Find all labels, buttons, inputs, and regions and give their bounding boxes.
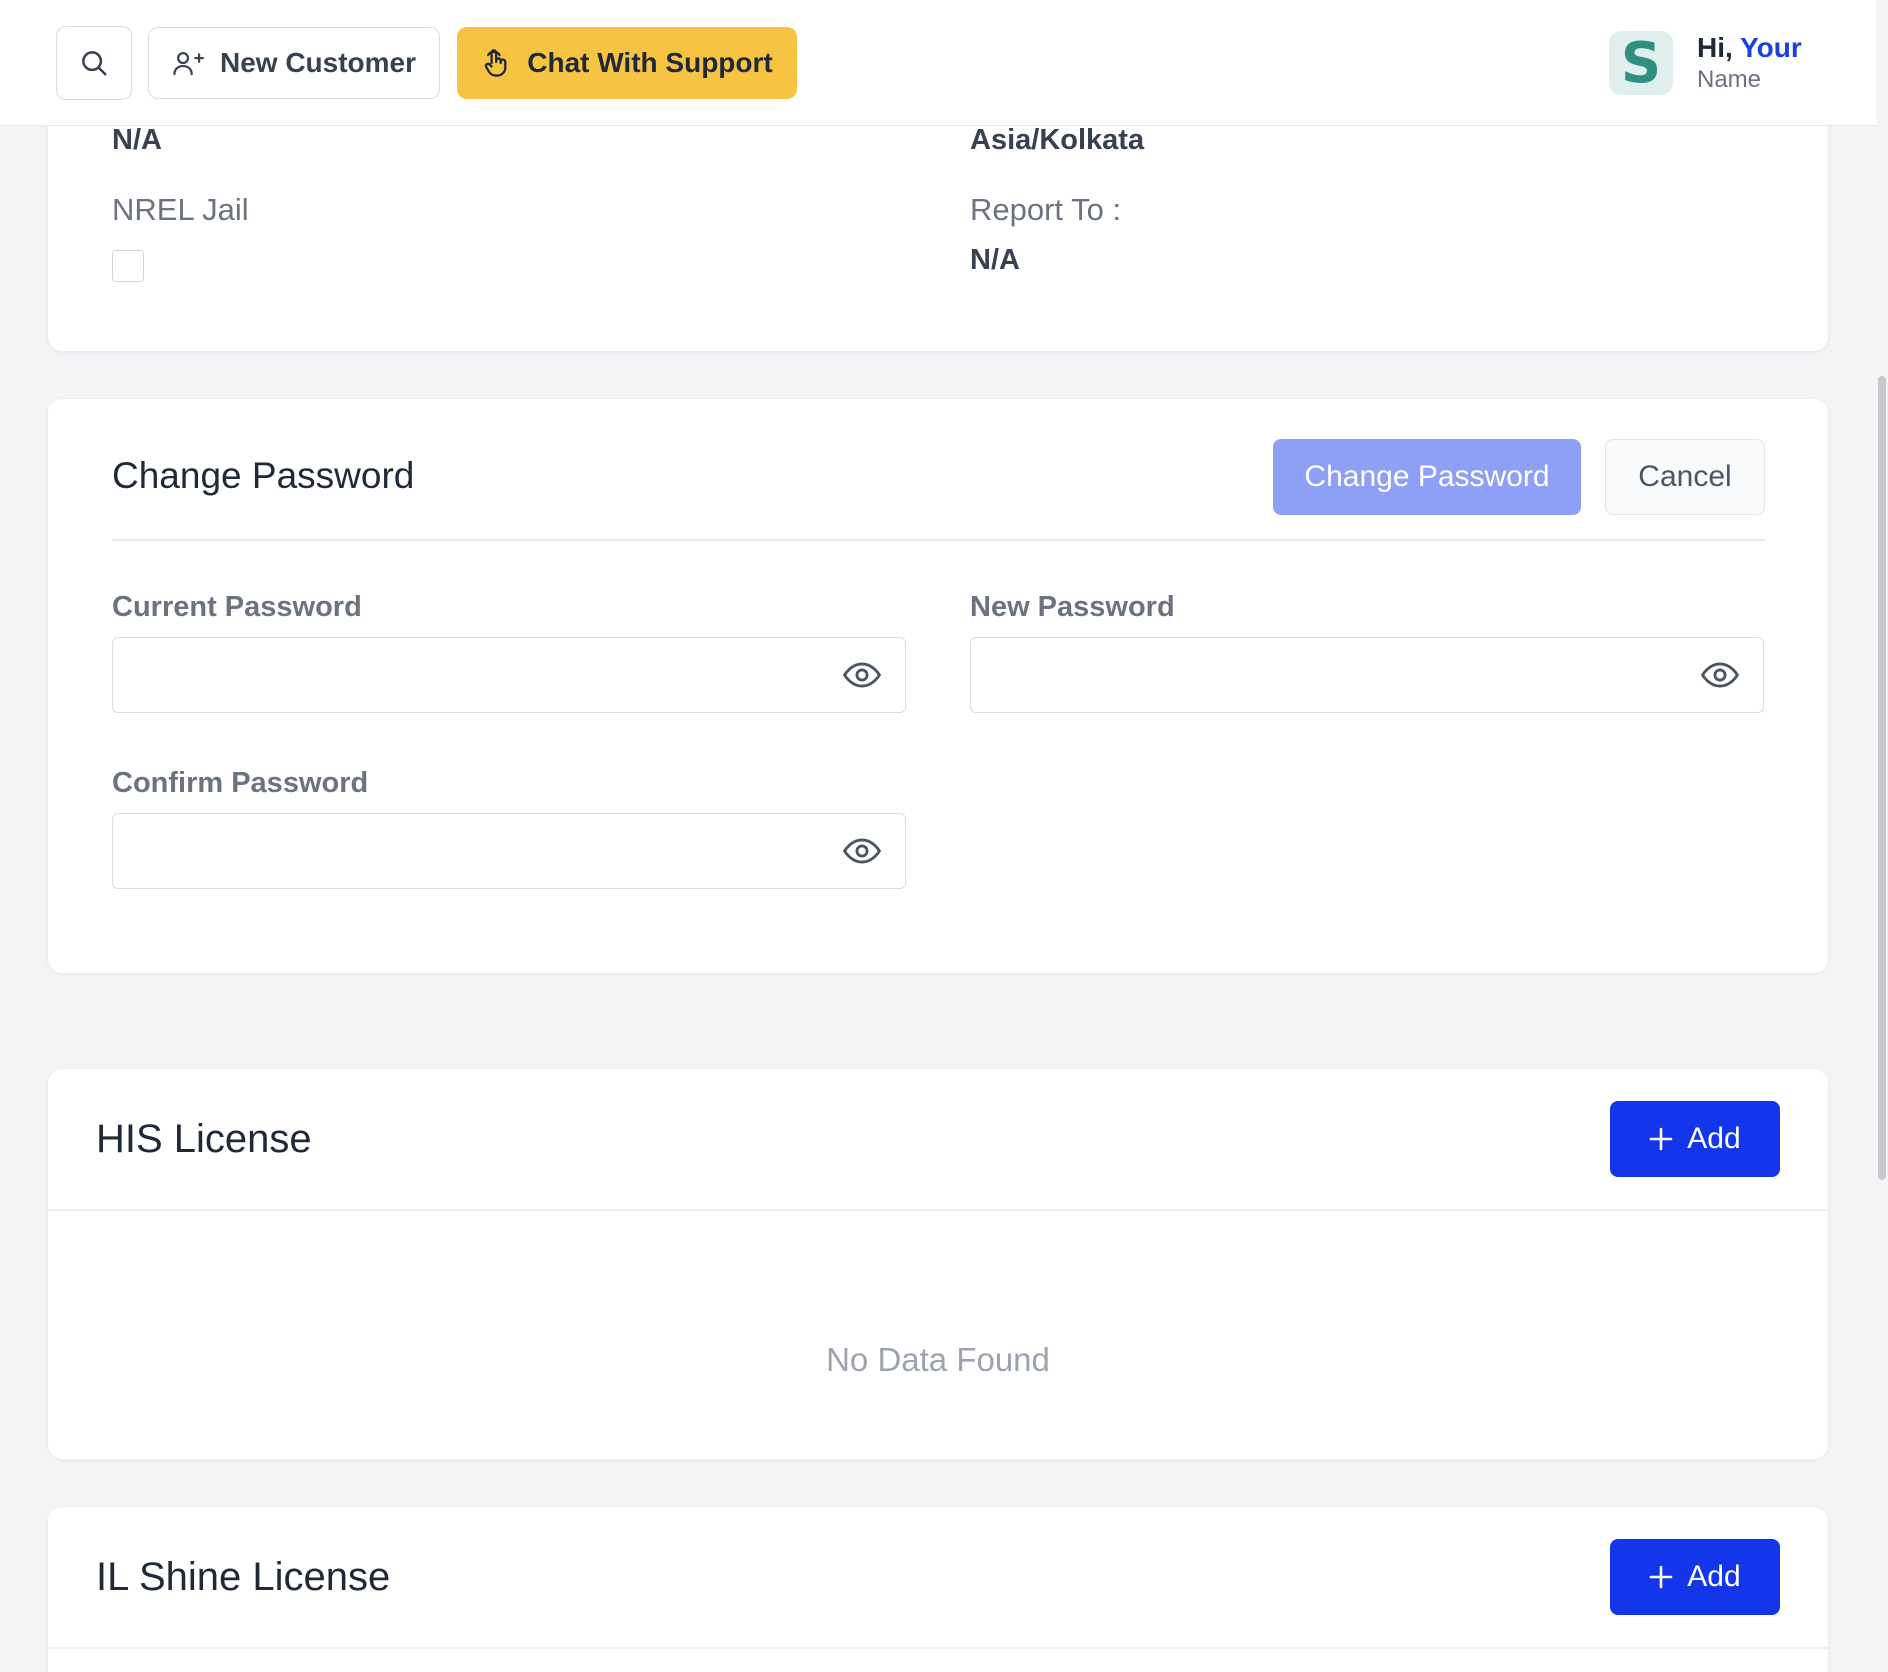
nrel-jail-checkbox[interactable] — [112, 250, 144, 282]
eye-icon[interactable] — [843, 658, 881, 692]
chat-support-label: Chat With Support — [527, 47, 773, 78]
empty-state-text: No Data Found — [826, 1341, 1050, 1378]
divider — [48, 1209, 1828, 1211]
divider — [48, 1647, 1828, 1649]
current-password-input[interactable] — [113, 638, 833, 711]
greeting-hi: Hi, — [1697, 32, 1733, 63]
new-password-label: New Password — [970, 591, 1175, 623]
new-password-field — [970, 637, 1764, 713]
greeting-name: Name — [1697, 66, 1762, 93]
timezone-value: Asia/Kolkata — [970, 124, 1145, 156]
eye-icon[interactable] — [843, 834, 881, 868]
plus-icon — [1649, 1565, 1673, 1589]
cancel-button[interactable]: Cancel — [1605, 439, 1765, 515]
his-license-add-label: Add — [1687, 1122, 1741, 1155]
profile-left-value: N/A — [112, 124, 162, 156]
report-to-value: N/A — [970, 244, 1020, 276]
search-button[interactable] — [56, 26, 132, 100]
greeting: Hi, Your — [1697, 32, 1802, 64]
his-license-title: HIS License — [96, 1117, 312, 1161]
current-password-label: Current Password — [112, 591, 362, 623]
chat-support-button[interactable]: Chat With Support — [457, 27, 797, 99]
new-customer-button[interactable]: New Customer — [148, 27, 440, 99]
il-shine-license-add-label: Add — [1687, 1560, 1741, 1593]
change-password-submit-button[interactable]: Change Password — [1273, 439, 1581, 515]
eye-icon[interactable] — [1701, 658, 1739, 692]
avatar[interactable]: S — [1609, 31, 1673, 96]
change-password-card: Change Password Change Password Cancel C… — [48, 399, 1828, 973]
greeting-your: Your — [1740, 32, 1802, 63]
confirm-password-input[interactable] — [113, 814, 833, 887]
il-shine-license-add-button[interactable]: Add — [1610, 1539, 1780, 1615]
divider — [112, 539, 1765, 541]
new-customer-label: New Customer — [219, 47, 417, 78]
top-bar: New Customer Chat With Support S Hi, You… — [0, 0, 1876, 126]
his-license-add-button[interactable]: Add — [1610, 1101, 1780, 1177]
plus-icon — [1649, 1127, 1673, 1151]
new-password-input[interactable] — [971, 638, 1691, 711]
search-icon — [82, 51, 107, 76]
add-user-icon — [173, 52, 204, 76]
his-license-card: HIS License Add No Data Found — [48, 1069, 1828, 1459]
il-shine-license-card: IL Shine License Add — [48, 1507, 1828, 1672]
profile-details-card: N/A Asia/Kolkata NREL Jail Report To : N… — [48, 90, 1828, 351]
confirm-password-field — [112, 813, 906, 889]
change-password-title: Change Password — [112, 455, 415, 496]
confirm-password-label: Confirm Password — [112, 767, 369, 799]
scrollbar-thumb[interactable] — [1878, 376, 1886, 1180]
report-to-label: Report To : — [970, 192, 1122, 227]
current-password-field — [112, 637, 906, 713]
support-hand-icon — [484, 49, 507, 77]
nrel-jail-label: NREL Jail — [112, 192, 249, 227]
il-shine-license-title: IL Shine License — [96, 1555, 391, 1599]
